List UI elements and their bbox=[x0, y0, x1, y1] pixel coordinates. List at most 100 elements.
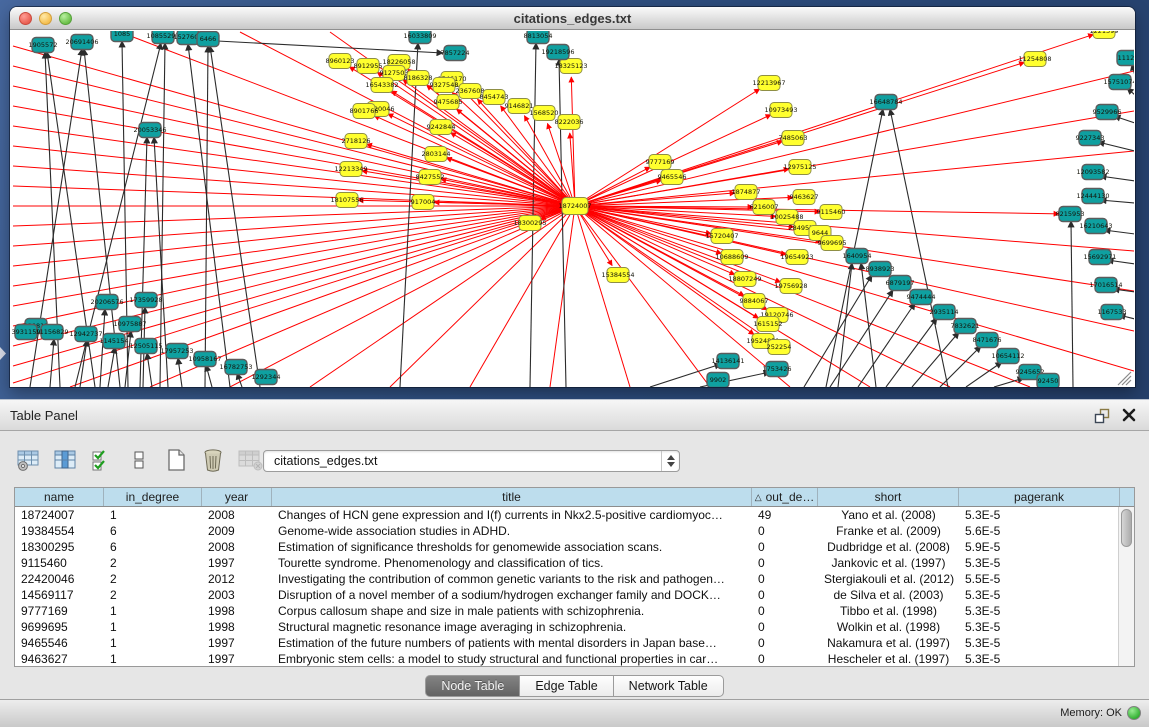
new-table-button[interactable] bbox=[162, 446, 190, 474]
graph-node[interactable]: 1905572 bbox=[29, 38, 58, 53]
graph-node[interactable]: 17016514 bbox=[1089, 278, 1122, 293]
graph-node[interactable]: 9465546 bbox=[658, 170, 687, 185]
graph-node[interactable]: 2803144 bbox=[422, 147, 451, 162]
graph-node[interactable]: 15692971 bbox=[1083, 250, 1116, 265]
graph-node[interactable]: 1615152 bbox=[754, 317, 783, 332]
graph-node[interactable]: 8471676 bbox=[973, 333, 1002, 348]
tab-edge-table[interactable]: Edge Table bbox=[520, 675, 613, 697]
graph-node[interactable]: 252254 bbox=[767, 340, 792, 355]
graph-node[interactable]: 19756928 bbox=[774, 279, 807, 294]
row-height-button[interactable] bbox=[125, 446, 153, 474]
graph-node[interactable]: 8813054 bbox=[524, 31, 553, 44]
table-row[interactable]: 1938455462009Genome-wide association stu… bbox=[15, 523, 1134, 539]
graph-node[interactable]: 92450 bbox=[1037, 374, 1059, 388]
graph-node[interactable]: 9327548 bbox=[430, 78, 459, 93]
graph-node[interactable]: 7832621 bbox=[951, 319, 980, 334]
column-header-out_de[interactable]: △out_de… bbox=[752, 488, 818, 506]
graph-node[interactable]: 12505115 bbox=[129, 339, 162, 354]
graph-node[interactable]: 9699695 bbox=[818, 236, 847, 251]
graph-node[interactable]: 12942737 bbox=[69, 327, 102, 342]
graph-node[interactable]: 8938923 bbox=[866, 262, 895, 277]
graph-node[interactable]: 1221399 bbox=[1090, 31, 1119, 39]
graph-node[interactable]: 9227343 bbox=[1076, 131, 1105, 146]
graph-node[interactable]: 6879197 bbox=[886, 276, 915, 291]
delete-table-button[interactable] bbox=[236, 446, 264, 474]
table-row[interactable]: 1830029562008Estimation of significance … bbox=[15, 539, 1134, 555]
graph-node[interactable]: 15384554 bbox=[601, 268, 634, 283]
graph-node[interactable]: 19654923 bbox=[780, 250, 813, 265]
column-header-title[interactable]: title bbox=[272, 488, 752, 506]
graph-node[interactable]: 9902 bbox=[707, 373, 729, 388]
column-header-short[interactable]: short bbox=[818, 488, 959, 506]
graph-node[interactable]: 9475685 bbox=[434, 95, 463, 110]
table-row[interactable]: 946554611997Estimation of the future num… bbox=[15, 635, 1134, 651]
graph-node[interactable]: 917004 bbox=[411, 195, 436, 210]
graph-node[interactable]: 8222036 bbox=[555, 115, 584, 130]
network-window-titlebar[interactable]: citations_edges.txt bbox=[10, 7, 1135, 30]
combo-arrows-icon[interactable] bbox=[661, 451, 679, 471]
float-window-icon[interactable] bbox=[1093, 407, 1111, 425]
graph-node[interactable]: 7485063 bbox=[779, 131, 808, 146]
column-header-name[interactable]: name bbox=[15, 488, 104, 506]
graph-node[interactable]: 16033809 bbox=[403, 31, 436, 44]
graph-node[interactable]: 14136141 bbox=[711, 354, 744, 369]
graph-node[interactable]: 8912955 bbox=[354, 59, 383, 74]
column-header-pagerank[interactable]: pagerank bbox=[959, 488, 1120, 506]
graph-node[interactable]: 1640954 bbox=[843, 249, 872, 264]
show-columns-button[interactable] bbox=[51, 446, 79, 474]
graph-node[interactable]: 9115460 bbox=[817, 205, 846, 220]
graph-node[interactable]: 1292344 bbox=[252, 370, 281, 385]
graph-node[interactable]: 10688609 bbox=[715, 250, 748, 265]
network-canvas[interactable]: 1872400718300295896012389129551822605891… bbox=[11, 31, 1134, 387]
graph-node[interactable]: 2935114 bbox=[930, 305, 959, 320]
graph-node[interactable]: 20691406 bbox=[65, 35, 98, 50]
table-selector-combo[interactable]: citations_edges.txt bbox=[263, 450, 680, 472]
delete-trash-button[interactable] bbox=[199, 446, 227, 474]
graph-node[interactable]: 12093582 bbox=[1076, 165, 1109, 180]
graph-node[interactable]: 11254808 bbox=[1018, 52, 1051, 67]
graph-node[interactable]: 8427552 bbox=[416, 170, 445, 185]
tab-network-table[interactable]: Network Table bbox=[614, 675, 724, 697]
table-row[interactable]: 2242004622012Investigating the contribut… bbox=[15, 571, 1134, 587]
graph-node[interactable]: 10654112 bbox=[991, 349, 1024, 364]
table-row[interactable]: 977716911998Corpus callosum shape and si… bbox=[15, 603, 1134, 619]
graph-node[interactable]: 9463627 bbox=[790, 190, 819, 205]
resize-grip[interactable] bbox=[1118, 372, 1131, 385]
graph-node[interactable]: 9529966 bbox=[1093, 105, 1122, 120]
graph-node[interactable]: 16210643 bbox=[1079, 219, 1112, 234]
graph-node[interactable]: 1753426 bbox=[763, 362, 792, 377]
close-panel-icon[interactable] bbox=[1121, 407, 1137, 423]
table-row[interactable]: 1872400712008Changes of HCN gene express… bbox=[15, 507, 1134, 523]
graph-node[interactable]: 8960123 bbox=[326, 54, 355, 69]
graph-node[interactable]: 8215953 bbox=[1056, 207, 1085, 222]
graph-node[interactable]: 19218596 bbox=[541, 45, 574, 60]
table-row[interactable]: 969969511998Structural magnetic resonanc… bbox=[15, 619, 1134, 635]
graph-node[interactable]: 15751074 bbox=[1103, 75, 1134, 90]
tab-node-table[interactable]: Node Table bbox=[425, 675, 520, 697]
column-header-in_degree[interactable]: in_degree bbox=[104, 488, 202, 506]
graph-node[interactable]: 1167533 bbox=[1098, 305, 1127, 320]
graph-node[interactable]: 12444130 bbox=[1076, 189, 1109, 204]
graph-node[interactable]: 1145154 bbox=[100, 334, 129, 349]
vertical-scrollbar-thumb[interactable] bbox=[1121, 509, 1132, 547]
vertical-scrollbar[interactable] bbox=[1118, 507, 1134, 666]
table-row[interactable]: 1456911722003Disruption of a novel membe… bbox=[15, 587, 1134, 603]
graph-node[interactable]: 9884067 bbox=[740, 294, 769, 309]
graph-node[interactable]: 8186328 bbox=[404, 71, 433, 86]
graph-node[interactable]: 18107556 bbox=[330, 193, 363, 208]
graph-node[interactable]: 6466 bbox=[197, 32, 219, 47]
graph-node[interactable]: 12975125 bbox=[783, 160, 816, 175]
graph-node[interactable]: 9777169 bbox=[646, 155, 675, 170]
graph-node[interactable]: 9474444 bbox=[907, 290, 936, 305]
graph-node[interactable]: 1085 bbox=[111, 31, 133, 42]
table-row[interactable]: 911546021997Tourette syndrome. Phenomeno… bbox=[15, 555, 1134, 571]
table-settings-button[interactable] bbox=[14, 446, 42, 474]
select-rows-button[interactable] bbox=[88, 446, 116, 474]
column-header-year[interactable]: year bbox=[202, 488, 272, 506]
graph-node[interactable]: 11123 bbox=[1117, 51, 1134, 66]
graph-node[interactable]: 18724007 bbox=[558, 198, 591, 215]
graph-node[interactable]: 12213967 bbox=[752, 76, 785, 91]
graph-node[interactable]: 1874877 bbox=[732, 185, 761, 200]
graph-node[interactable]: 16782753 bbox=[219, 360, 252, 375]
graph-node[interactable]: 9242844 bbox=[427, 120, 456, 135]
